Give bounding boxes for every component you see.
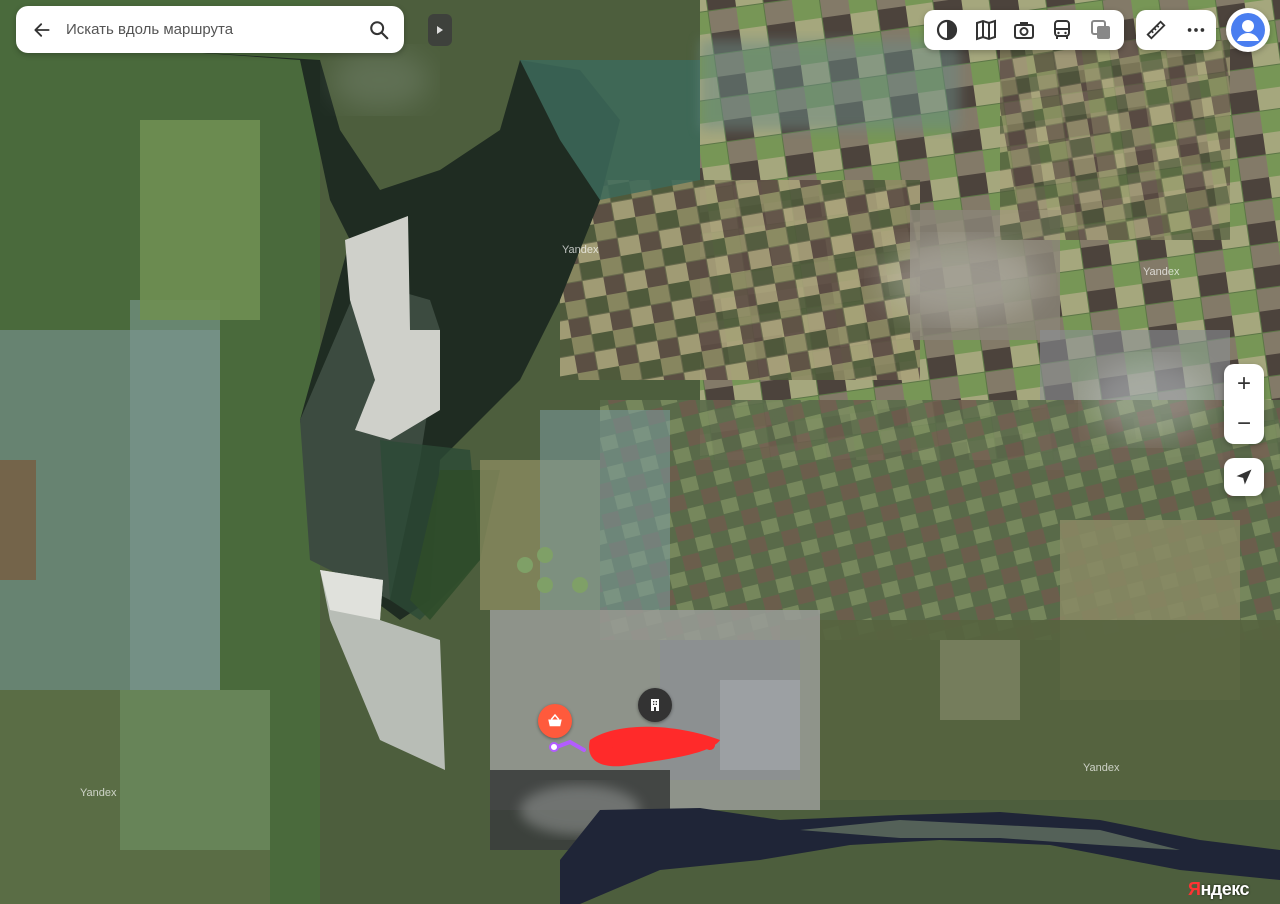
map-type-icon xyxy=(1090,20,1110,39)
search-icon xyxy=(370,20,389,39)
ruler-icon xyxy=(1146,20,1166,40)
more-button[interactable] xyxy=(1179,13,1213,47)
arrow-left-icon xyxy=(34,22,50,37)
traffic-icon xyxy=(975,19,996,41)
yandex-logo-first-letter: Я xyxy=(1188,879,1201,899)
map-watermark: Yandex xyxy=(80,787,117,799)
route-start-point xyxy=(549,742,559,752)
collapse-panel-button[interactable] xyxy=(428,14,452,46)
panorama-button[interactable] xyxy=(1007,13,1041,47)
layers-button[interactable] xyxy=(930,13,964,47)
yandex-logo[interactable]: Яндекс xyxy=(1188,879,1250,900)
building-icon xyxy=(651,699,659,711)
search-button[interactable] xyxy=(366,17,392,43)
ruler-button[interactable] xyxy=(1139,13,1173,47)
chevron-right-icon xyxy=(437,26,443,34)
map-watermark: Yandex xyxy=(1083,762,1120,774)
map-type-button[interactable] xyxy=(1084,13,1118,47)
back-button[interactable] xyxy=(30,18,54,42)
user-avatar-icon xyxy=(1231,13,1265,47)
zoom-control: + − xyxy=(1224,364,1264,444)
yandex-logo-rest: ндекс xyxy=(1200,879,1250,899)
geolocation-icon xyxy=(1236,469,1252,485)
building-marker[interactable] xyxy=(638,688,672,722)
transit-button[interactable] xyxy=(1045,13,1079,47)
route-search-input[interactable] xyxy=(64,20,366,39)
shopping-basket-icon xyxy=(548,713,562,727)
map-watermark: Yandex xyxy=(1143,266,1180,278)
bus-icon xyxy=(1054,20,1071,39)
map-watermark: Yandex xyxy=(562,244,599,256)
layers-icon xyxy=(937,19,958,41)
profile-button[interactable] xyxy=(1226,8,1270,52)
camera-icon xyxy=(1013,22,1034,39)
traffic-button[interactable] xyxy=(969,13,1003,47)
more-icon xyxy=(1187,28,1205,32)
zoom-out-button[interactable]: − xyxy=(1224,404,1264,444)
zoom-in-button[interactable]: + xyxy=(1224,364,1264,404)
map-layers-toolbar xyxy=(924,10,1124,50)
geolocation-button[interactable] xyxy=(1224,458,1264,496)
extra-tools xyxy=(1136,10,1216,50)
shop-marker[interactable] xyxy=(538,704,572,738)
route-search-bar xyxy=(16,6,404,53)
